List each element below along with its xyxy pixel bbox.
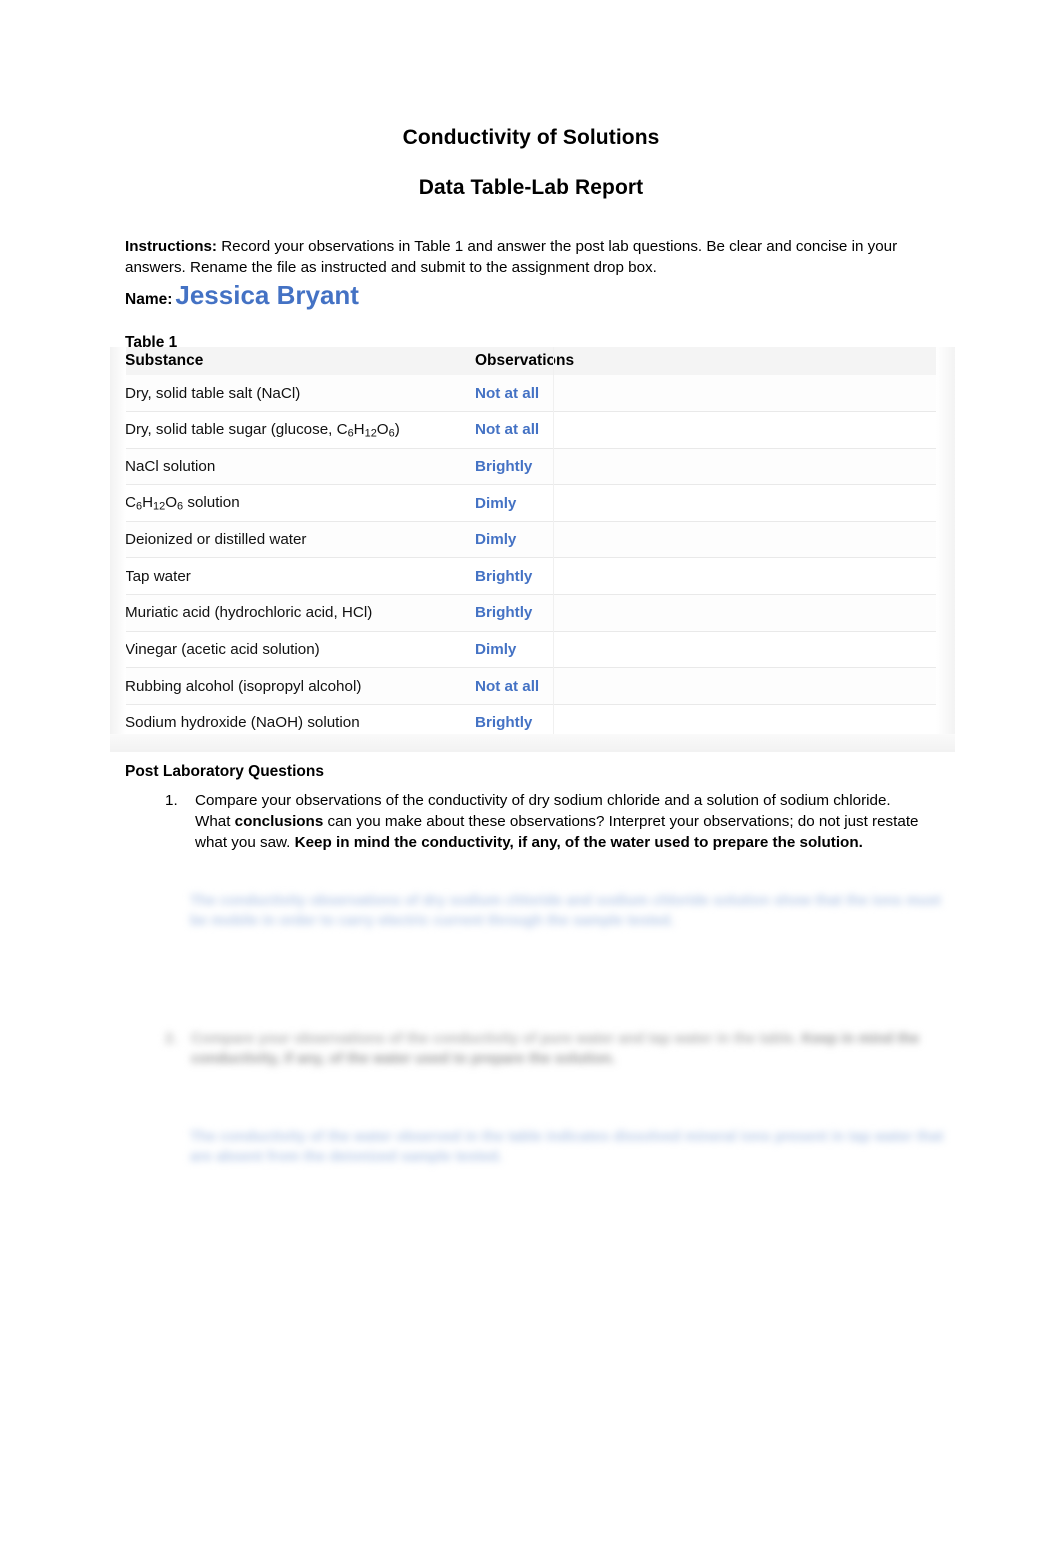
observations-table: Substance Observations Dry, solid table …	[110, 347, 955, 742]
cell-observation[interactable]: Not at all	[460, 667, 955, 705]
question-2-part-a: Compare your observations of the conduct…	[191, 1031, 802, 1047]
page-subtitle: Data Table-Lab Report	[418, 176, 644, 199]
question-1: 1. Compare your observations of the cond…	[165, 791, 925, 853]
cell-observation[interactable]: Brightly	[460, 594, 955, 632]
instructions-text: Record your observations in Table 1 and …	[125, 238, 898, 277]
cell-observation[interactable]: Dimly	[460, 521, 955, 559]
table-row: Dry, solid table salt (NaCl) Not at all	[110, 375, 955, 413]
table-row: Sodium hydroxide (NaOH) solution Brightly	[110, 704, 955, 742]
page-title: Conductivity of Solutions	[402, 126, 660, 149]
table-row: Muriatic acid (hydrochloric acid, HCl) Br…	[110, 594, 955, 632]
name-label: Name:	[125, 291, 173, 308]
cell-substance: Tap water	[110, 557, 460, 596]
question-1-bold-keep-in-mind: Keep in mind the conductivity, if any, o…	[294, 833, 863, 851]
cell-observation[interactable]: Brightly	[460, 557, 955, 596]
cell-substance: Muriatic acid (hydrochloric acid, HCl)	[110, 594, 460, 632]
student-name-value[interactable]: Jessica Bryant	[175, 282, 359, 308]
cell-substance: Sodium hydroxide (NaOH) solution	[110, 704, 460, 742]
table-row: Rubbing alcohol (isopropyl alcohol) Not a…	[110, 667, 955, 705]
answer-2-redacted[interactable]: The conductivity of the water observed i…	[190, 1128, 945, 1167]
table-row: Deionized or distilled water Dimly	[110, 521, 955, 559]
cell-substance: Rubbing alcohol (isopropyl alcohol)	[110, 667, 460, 705]
cell-substance: NaCl solution	[110, 448, 460, 486]
table-row: C6H12O6 solution Dimly	[110, 484, 955, 522]
data-table-container: Substance Observations Dry, solid table …	[110, 347, 955, 742]
cell-observation[interactable]: Dimly	[460, 631, 955, 669]
table-header-row: Substance Observations	[110, 347, 955, 375]
table-row: NaCl solution Brightly	[110, 448, 955, 486]
question-1-number: 1.	[165, 792, 178, 809]
cell-observation[interactable]: Brightly	[460, 704, 955, 742]
table-body: Dry, solid table salt (NaCl) Not at all Dr…	[110, 375, 955, 742]
cell-substance: C6H12O6 solution	[110, 484, 460, 522]
cell-substance: Deionized or distilled water	[110, 521, 460, 559]
cell-substance: Vinegar (acetic acid solution)	[110, 631, 460, 669]
question-1-bold-conclusions: conclusions	[234, 812, 324, 830]
name-field-row: Name: Jessica Bryant	[125, 282, 359, 309]
cell-observation[interactable]: Dimly	[460, 484, 955, 522]
cell-substance: Dry, solid table salt (NaCl)	[110, 375, 460, 413]
cell-observation[interactable]: Not at all	[460, 375, 955, 413]
document-page: Conductivity of Solutions Data Table-Lab…	[0, 0, 1062, 1556]
instructions-paragraph: Instructions: Record your observations i…	[125, 236, 915, 278]
table-row: Vinegar (acetic acid solution) Dimly	[110, 631, 955, 669]
question-1-text: Compare your observations of the conduct…	[195, 791, 925, 853]
instructions-label: Instructions:	[125, 238, 217, 256]
question-2-number: 2.	[165, 1031, 178, 1047]
question-2-redacted: 2. Compare your observations of the cond…	[165, 1030, 925, 1069]
answer-1-redacted[interactable]: The conductivity observations of dry sod…	[190, 892, 945, 931]
table-row: Dry, solid table sugar (glucose, C6H12O6…	[110, 411, 955, 449]
question-2-bold: Keep in mind the conductivity, if any, o…	[191, 1031, 920, 1067]
table-head: Substance Observations	[110, 347, 955, 375]
column-header-observations: Observations	[460, 347, 955, 375]
table-row: Tap water Brightly	[110, 557, 955, 596]
column-header-substance: Substance	[110, 347, 460, 375]
cell-substance: Dry, solid table sugar (glucose, C6H12O6…	[110, 411, 460, 449]
cell-observation[interactable]: Not at all	[460, 411, 955, 449]
post-lab-heading: Post Laboratory Questions	[125, 763, 324, 780]
column-divider	[553, 347, 554, 742]
question-2-text: Compare your observations of the conduct…	[191, 1030, 925, 1069]
cell-observation[interactable]: Brightly	[460, 448, 955, 486]
